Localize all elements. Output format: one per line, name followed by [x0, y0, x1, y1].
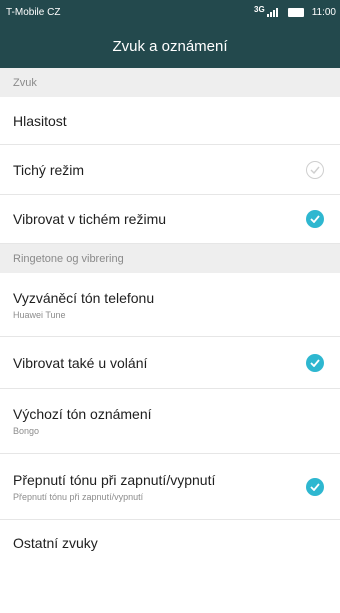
row-text: Tichý režim: [13, 162, 306, 178]
settings-item-phone-ringtone[interactable]: Vyzváněcí tón telefonu Huawei Tune: [0, 273, 340, 337]
carrier-name: T-Mobile CZ: [6, 6, 61, 18]
row-text: Vibrovat v tichém režimu: [13, 211, 306, 227]
check-circle-outline-icon[interactable]: [306, 160, 324, 179]
settings-item-vibrate-silent[interactable]: Vibrovat v tichém režimu: [0, 195, 340, 244]
row-text: Ostatní zvuky: [13, 535, 324, 551]
check-circle-filled-icon[interactable]: [306, 210, 324, 228]
page-title-bar: Zvuk a oznámení: [0, 24, 340, 68]
row-subtitle: Přepnutí tónu při zapnutí/vypnutí: [13, 491, 144, 502]
row-text: Hlasitost: [13, 113, 324, 129]
row-text: Přepnutí tónu při zapnutí/vypnutí Přepnu…: [13, 472, 306, 502]
section-header-sound: Zvuk: [0, 68, 340, 97]
row-text: Výchozí tón oznámení Bongo: [13, 406, 324, 436]
row-subtitle: Bongo: [13, 426, 40, 436]
section-header-ringtone: Ringetone og vibrering: [0, 244, 340, 273]
row-title: Ostatní zvuky: [13, 534, 98, 551]
check-circle-filled-icon[interactable]: [306, 353, 324, 372]
section-header-label: Zvuk: [13, 76, 37, 89]
settings-item-power-tone[interactable]: Přepnutí tónu při zapnutí/vypnutí Přepnu…: [0, 454, 340, 520]
network-type: 3G: [254, 4, 265, 14]
settings-item-other-sounds[interactable]: Ostatní zvuky: [0, 520, 340, 565]
row-text: Vyzváněcí tón telefonu Huawei Tune: [13, 290, 324, 320]
row-title: Tichý režim: [13, 161, 85, 178]
row-title: Výchozí tón oznámení: [13, 406, 152, 422]
row-title: Vibrovat také u volání: [13, 354, 148, 371]
section-header-label: Ringetone og vibrering: [13, 252, 124, 265]
check-circle-filled-icon[interactable]: [306, 477, 324, 496]
row-subtitle: Huawei Tune: [13, 309, 66, 320]
page-title: Zvuk a oznámení: [112, 37, 228, 55]
status-icons: 3G 11:00: [254, 4, 336, 18]
battery-icon: [287, 7, 304, 17]
status-bar: T-Mobile CZ 3G 11:00: [0, 0, 340, 24]
signal-icon: 3G: [254, 4, 278, 17]
settings-item-silent-mode[interactable]: Tichý režim: [0, 145, 340, 195]
row-text: Vibrovat také u volání: [13, 355, 306, 371]
row-title: Přepnutí tónu při zapnutí/vypnutí: [13, 471, 216, 488]
row-title: Hlasitost: [13, 112, 67, 129]
clock: 11:00: [311, 6, 336, 18]
settings-item-vibrate-on-call[interactable]: Vibrovat také u volání: [0, 337, 340, 389]
settings-item-default-notification-tone[interactable]: Výchozí tón oznámení Bongo: [0, 389, 340, 454]
settings-item-volume[interactable]: Hlasitost: [0, 97, 340, 145]
phone-screen: T-Mobile CZ 3G 11:00 Zvuk a oznámení Zvu…: [0, 0, 340, 613]
row-title: Vyzváněcí tón telefonu: [13, 289, 155, 306]
row-title: Vibrovat v tichém režimu: [13, 211, 167, 227]
